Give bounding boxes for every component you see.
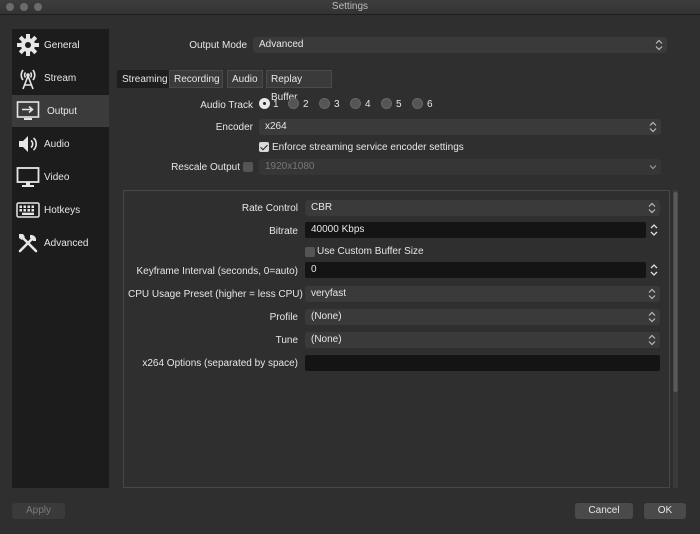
sidebar-item-label: Hotkeys: [44, 204, 81, 216]
updown-arrows-icon: [648, 334, 656, 346]
sidebar-item-label: Advanced: [44, 237, 89, 249]
sidebar-item-label: General: [44, 39, 80, 51]
output-mode-label: Output Mode: [189, 40, 247, 51]
encoder-select[interactable]: x264: [259, 119, 661, 135]
audio-track-option-label: 3: [334, 99, 340, 110]
cpu-preset-value: veryfast: [311, 288, 347, 299]
rescale-output-checkbox[interactable]: [243, 162, 253, 172]
tune-select[interactable]: (None): [305, 332, 660, 348]
tab-replay-buffer[interactable]: Replay Buffer: [266, 70, 332, 103]
profile-value: (None): [311, 311, 342, 322]
sidebar-item-label: Video: [44, 171, 70, 183]
tools-icon: [18, 234, 38, 253]
audio-track-radio-5[interactable]: [381, 98, 392, 109]
antenna-icon: [20, 69, 36, 90]
sidebar-item-label: Stream: [44, 72, 77, 84]
window-title: Settings: [331, 1, 369, 12]
audio-track-option-label: 5: [396, 99, 402, 110]
rate-control-select[interactable]: CBR: [305, 200, 660, 216]
updown-arrows-icon: [648, 202, 656, 214]
audio-track-radio-1[interactable]: [259, 98, 270, 109]
bitrate-label: Bitrate: [269, 226, 298, 237]
apply-button[interactable]: Apply: [12, 503, 65, 519]
audio-track-option-label: 2: [303, 99, 309, 110]
monitor-icon: [16, 167, 40, 187]
rate-control-label: Rate Control: [241, 203, 298, 214]
sidebar-item-hotkeys[interactable]: Hotkeys: [12, 194, 109, 226]
custom-buffer-label: Use Custom Buffer Size: [317, 246, 424, 257]
tab-audio[interactable]: Audio: [227, 70, 263, 88]
audio-track-radio-2[interactable]: [288, 98, 299, 109]
sidebar-item-label: Output: [47, 105, 78, 117]
rate-control-value: CBR: [311, 202, 333, 213]
gear-icon: [17, 34, 39, 56]
sidebar-item-general[interactable]: General: [12, 29, 109, 61]
tab-recording[interactable]: Recording: [169, 70, 223, 88]
cpu-preset-select[interactable]: veryfast: [305, 286, 660, 302]
output-mode-select[interactable]: Advanced: [253, 37, 667, 53]
updown-arrows-icon: [655, 39, 663, 51]
ok-button[interactable]: OK: [644, 503, 686, 519]
custom-buffer-checkbox[interactable]: [305, 247, 315, 257]
audio-track-option-label: 6: [427, 99, 433, 110]
encoder-value: x264: [265, 121, 287, 132]
audio-track-radio-3[interactable]: [319, 98, 330, 109]
speaker-icon: [19, 136, 38, 152]
tune-value: (None): [311, 334, 342, 345]
bitrate-stepper[interactable]: [649, 222, 659, 238]
output-mode-value: Advanced: [259, 39, 304, 50]
sidebar-item-stream[interactable]: Stream: [12, 62, 109, 94]
output-icon: [16, 101, 40, 120]
rescale-output-value: 1920x1080: [265, 161, 315, 172]
cpu-preset-label: CPU Usage Preset (higher = less CPU): [128, 289, 303, 300]
tab-streaming[interactable]: Streaming: [117, 70, 169, 88]
settings-sidebar: General Stream Output Audio Video Hotkey…: [12, 29, 109, 488]
enforce-encoder-settings-checkbox[interactable]: [259, 142, 269, 152]
profile-select[interactable]: (None): [305, 309, 660, 325]
x264-options-label: x264 Options (separated by space): [142, 358, 298, 369]
title-bar: Settings: [0, 0, 700, 15]
rescale-output-label: Rescale Output: [171, 162, 240, 173]
sidebar-item-advanced[interactable]: Advanced: [12, 227, 109, 259]
audio-track-option-label: 1: [273, 99, 279, 110]
keyframe-interval-label: Keyframe Interval (seconds, 0=auto): [136, 266, 298, 277]
updown-arrows-icon: [648, 311, 656, 323]
keyframe-interval-input[interactable]: 0: [305, 262, 646, 278]
sidebar-item-output[interactable]: Output: [12, 95, 109, 127]
profile-label: Profile: [269, 312, 298, 323]
bitrate-input[interactable]: 40000 Kbps: [305, 222, 646, 238]
panel-scrollbar[interactable]: [672, 190, 679, 488]
x264-options-input[interactable]: [305, 355, 660, 371]
encoder-label: Encoder: [215, 122, 253, 133]
keyframe-interval-stepper[interactable]: [649, 262, 659, 278]
sidebar-item-audio[interactable]: Audio: [12, 128, 109, 160]
keyboard-icon: [16, 202, 40, 218]
audio-track-label: Audio Track: [200, 100, 253, 111]
updown-arrows-icon: [648, 288, 656, 300]
sidebar-item-label: Audio: [44, 138, 70, 150]
tune-label: Tune: [275, 335, 298, 346]
audio-track-radio-4[interactable]: [350, 98, 361, 109]
sidebar-item-video[interactable]: Video: [12, 161, 109, 193]
rescale-output-select[interactable]: 1920x1080: [259, 159, 661, 175]
cancel-button[interactable]: Cancel: [575, 503, 633, 519]
updown-arrows-icon: [649, 121, 657, 133]
audio-track-radio-6[interactable]: [412, 98, 423, 109]
audio-track-option-label: 4: [365, 99, 371, 110]
enforce-encoder-settings-label: Enforce streaming service encoder settin…: [272, 142, 464, 153]
chevron-down-icon: [649, 165, 657, 170]
